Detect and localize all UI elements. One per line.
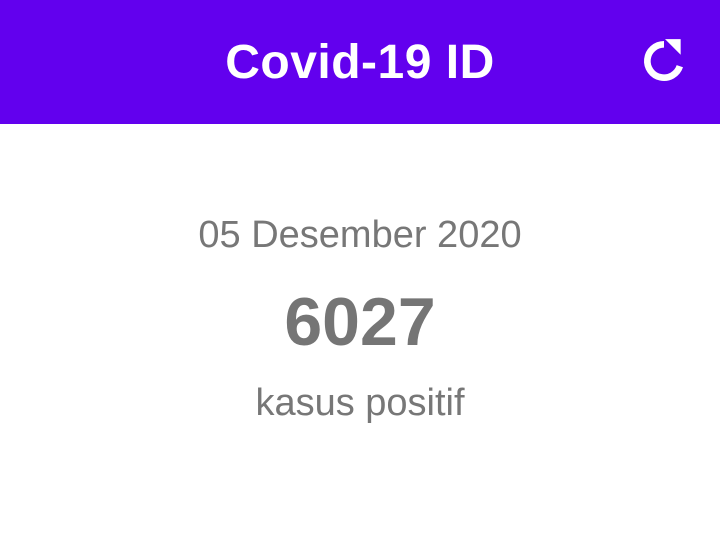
- positive-case-count: 6027: [284, 284, 436, 360]
- report-date: 05 Desember 2020: [198, 214, 522, 256]
- app-bar: Covid-19 ID: [0, 0, 720, 124]
- app-title: Covid-19 ID: [225, 35, 495, 89]
- refresh-button[interactable]: [636, 33, 692, 89]
- stats-panel: 05 Desember 2020 6027 kasus positif: [0, 124, 720, 544]
- positive-case-label: kasus positif: [255, 382, 465, 424]
- refresh-icon: [639, 36, 689, 86]
